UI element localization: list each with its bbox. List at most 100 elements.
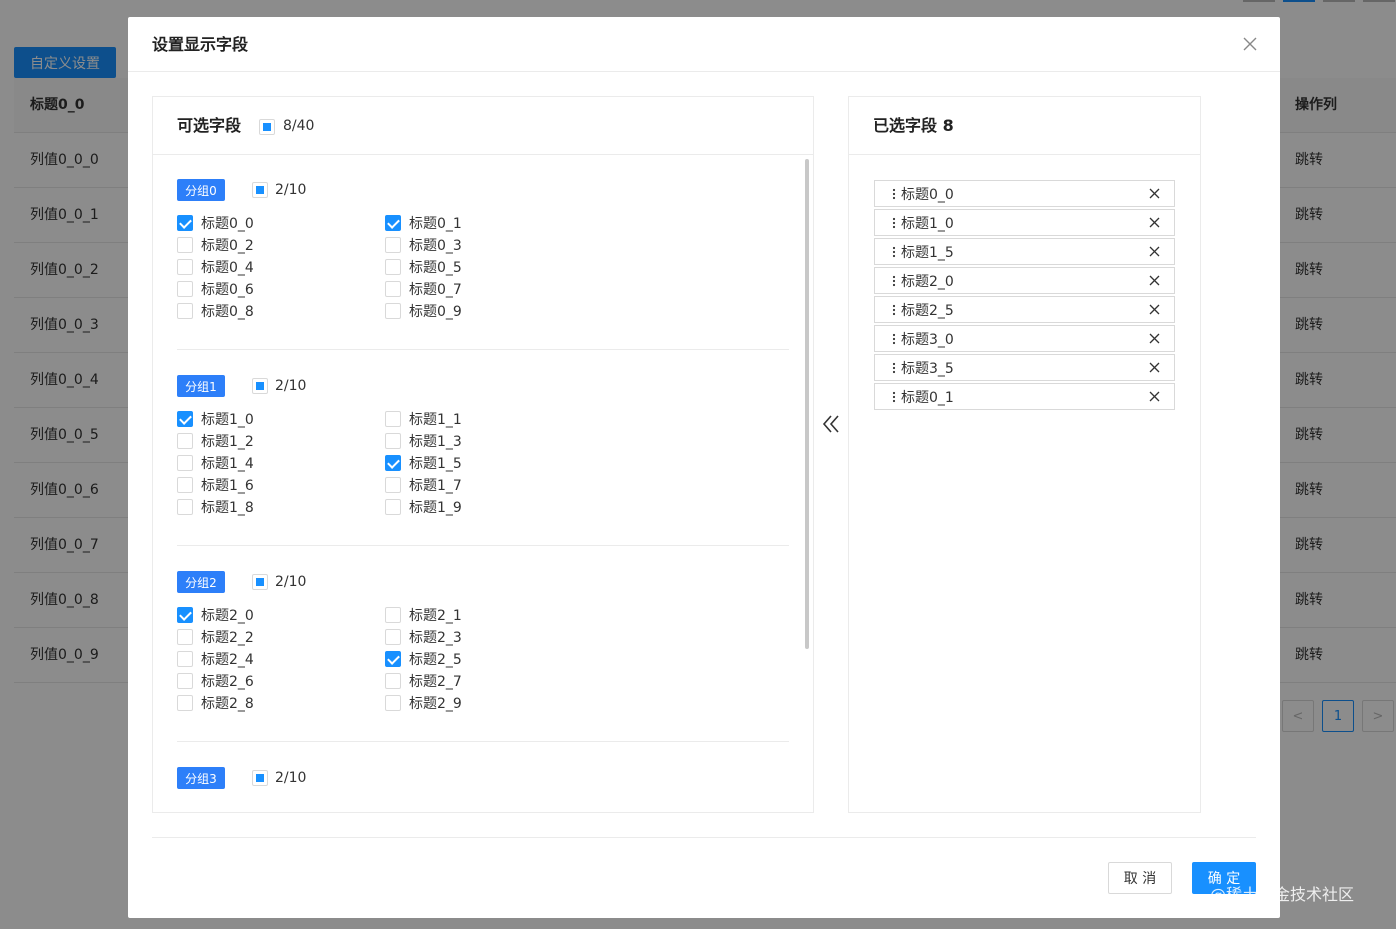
selected-field-label: 标题3_0	[901, 331, 954, 348]
scrollbar[interactable]	[805, 159, 809, 649]
field-option[interactable]: 标题0_5	[385, 256, 462, 278]
field-option[interactable]: 标题2_0	[177, 604, 254, 626]
selected-field-item[interactable]: 标题1_0	[874, 209, 1175, 236]
drag-handle-icon[interactable]	[889, 390, 899, 404]
field-checkbox[interactable]	[385, 607, 401, 623]
field-settings-modal: 设置显示字段 可选字段 8/40 分组0 2/10 标题0_0 标题0_1 标题0_2 标…	[128, 17, 1280, 918]
field-checkbox[interactable]	[385, 673, 401, 689]
field-option[interactable]: 标题1_3	[385, 430, 462, 452]
field-groups-list[interactable]: 分组0 2/10 标题0_0 标题0_1 标题0_2 标题0_3 标题0_4 标题0_5 标题0…	[153, 155, 813, 812]
remove-icon[interactable]	[1149, 188, 1160, 199]
close-icon[interactable]	[1242, 36, 1258, 52]
field-option[interactable]: 标题0_9	[385, 300, 462, 322]
field-option[interactable]: 标题1_8	[177, 496, 254, 518]
field-checkbox[interactable]	[385, 237, 401, 253]
selected-field-item[interactable]: 标题3_5	[874, 354, 1175, 381]
field-option[interactable]: 标题0_8	[177, 300, 254, 322]
select-all-checkbox[interactable]	[259, 119, 275, 135]
drag-handle-icon[interactable]	[889, 303, 899, 317]
field-checkbox[interactable]	[385, 281, 401, 297]
field-option[interactable]: 标题0_7	[385, 278, 462, 300]
double-chevron-left-icon[interactable]	[821, 412, 841, 436]
field-option[interactable]: 标题1_7	[385, 474, 462, 496]
selected-field-item[interactable]: 标题0_0	[874, 180, 1175, 207]
field-option[interactable]: 标题0_3	[385, 234, 462, 256]
group-select-all-checkbox[interactable]	[252, 770, 268, 786]
group-tag: 分组1	[177, 375, 225, 397]
field-checkbox[interactable]	[385, 477, 401, 493]
selected-field-item[interactable]: 标题3_0	[874, 325, 1175, 352]
field-checkbox[interactable]	[177, 607, 193, 623]
field-checkbox[interactable]	[177, 237, 193, 253]
field-option[interactable]: 标题2_5	[385, 648, 462, 670]
field-checkbox[interactable]	[385, 629, 401, 645]
field-option[interactable]: 标题1_4	[177, 452, 254, 474]
field-checkbox[interactable]	[177, 303, 193, 319]
field-option[interactable]: 标题1_1	[385, 408, 462, 430]
field-option[interactable]: 标题0_0	[177, 212, 254, 234]
field-option[interactable]: 标题1_0	[177, 408, 254, 430]
remove-icon[interactable]	[1149, 246, 1160, 257]
field-checkbox[interactable]	[177, 673, 193, 689]
available-fields-title: 可选字段	[177, 116, 242, 135]
group-select-all-checkbox[interactable]	[252, 378, 268, 394]
remove-icon[interactable]	[1149, 304, 1160, 315]
field-option[interactable]: 标题1_9	[385, 496, 462, 518]
field-checkbox[interactable]	[177, 695, 193, 711]
field-label: 标题0_3	[409, 238, 462, 254]
drag-handle-icon[interactable]	[889, 361, 899, 375]
field-checkbox[interactable]	[177, 629, 193, 645]
field-option[interactable]: 标题0_6	[177, 278, 254, 300]
field-checkbox[interactable]	[385, 695, 401, 711]
field-option[interactable]: 标题2_1	[385, 604, 462, 626]
field-checkbox[interactable]	[385, 303, 401, 319]
field-option[interactable]: 标题1_5	[385, 452, 462, 474]
group-select-all-checkbox[interactable]	[252, 574, 268, 590]
field-checkbox[interactable]	[385, 215, 401, 231]
selected-field-item[interactable]: 标题0_1	[874, 383, 1175, 410]
field-checkbox[interactable]	[177, 455, 193, 471]
field-option[interactable]: 标题2_7	[385, 670, 462, 692]
field-option[interactable]: 标题0_2	[177, 234, 254, 256]
field-checkbox[interactable]	[385, 651, 401, 667]
remove-icon[interactable]	[1149, 275, 1160, 286]
remove-icon[interactable]	[1149, 362, 1160, 373]
field-option[interactable]: 标题2_6	[177, 670, 254, 692]
field-checkbox[interactable]	[385, 455, 401, 471]
cancel-button[interactable]: 取 消	[1108, 862, 1172, 894]
field-checkbox[interactable]	[177, 281, 193, 297]
field-option[interactable]: 标题0_4	[177, 256, 254, 278]
field-checkbox[interactable]	[177, 259, 193, 275]
drag-handle-icon[interactable]	[889, 274, 899, 288]
field-option[interactable]: 标题1_6	[177, 474, 254, 496]
field-checkbox[interactable]	[177, 411, 193, 427]
group-select-all-checkbox[interactable]	[252, 182, 268, 198]
drag-handle-icon[interactable]	[889, 216, 899, 230]
field-checkbox[interactable]	[385, 499, 401, 515]
remove-icon[interactable]	[1149, 333, 1160, 344]
field-option[interactable]: 标题2_9	[385, 692, 462, 714]
field-checkbox[interactable]	[177, 651, 193, 667]
remove-icon[interactable]	[1149, 217, 1160, 228]
field-checkbox[interactable]	[385, 411, 401, 427]
drag-handle-icon[interactable]	[889, 187, 899, 201]
field-option[interactable]: 标题0_1	[385, 212, 462, 234]
field-option[interactable]: 标题2_8	[177, 692, 254, 714]
field-checkbox[interactable]	[385, 433, 401, 449]
selected-field-item[interactable]: 标题2_0	[874, 267, 1175, 294]
selected-field-item[interactable]: 标题2_5	[874, 296, 1175, 323]
selected-field-item[interactable]: 标题1_5	[874, 238, 1175, 265]
field-checkbox[interactable]	[177, 477, 193, 493]
drag-handle-icon[interactable]	[889, 245, 899, 259]
field-label: 标题1_5	[409, 456, 462, 472]
field-checkbox[interactable]	[177, 499, 193, 515]
field-checkbox[interactable]	[177, 215, 193, 231]
field-option[interactable]: 标题2_3	[385, 626, 462, 648]
field-option[interactable]: 标题2_2	[177, 626, 254, 648]
field-checkbox[interactable]	[385, 259, 401, 275]
field-checkbox[interactable]	[177, 433, 193, 449]
field-option[interactable]: 标题2_4	[177, 648, 254, 670]
field-option[interactable]: 标题1_2	[177, 430, 254, 452]
drag-handle-icon[interactable]	[889, 332, 899, 346]
remove-icon[interactable]	[1149, 391, 1160, 402]
